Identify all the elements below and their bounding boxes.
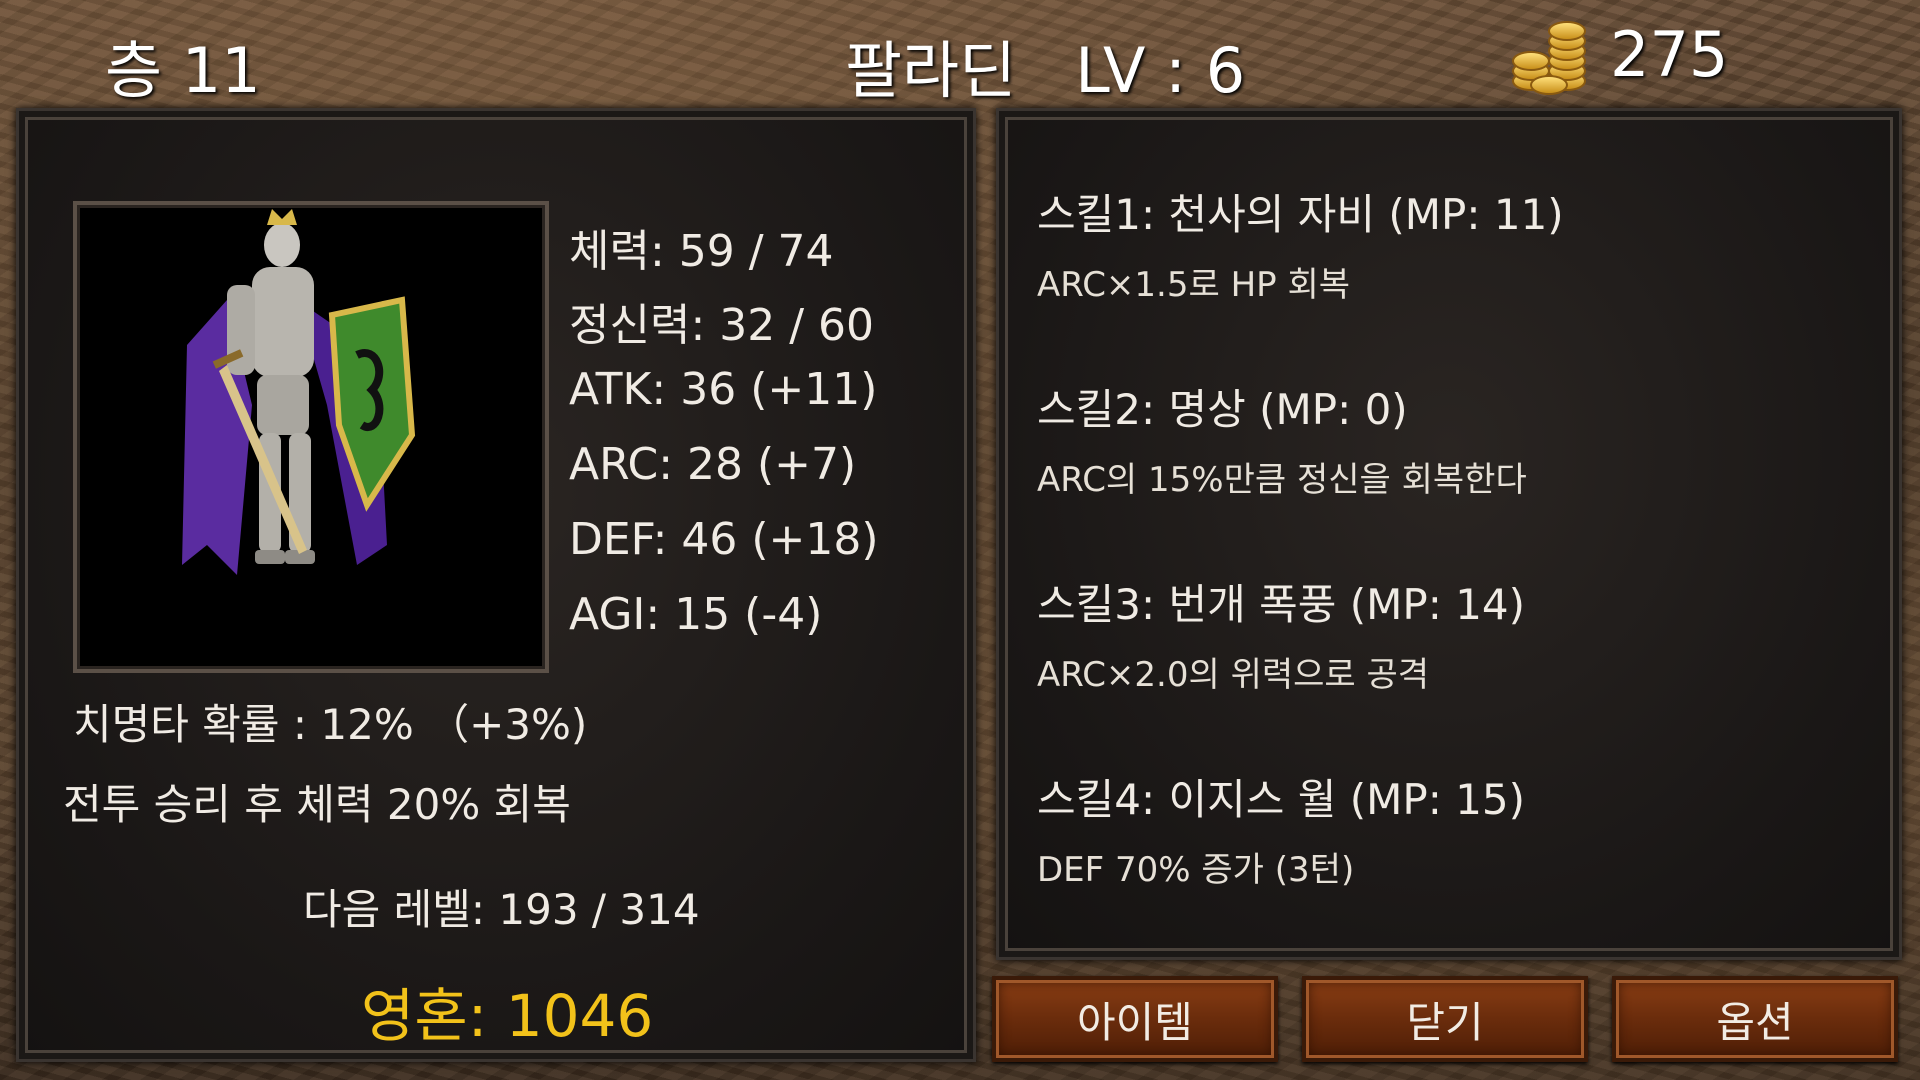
character-panel: 체력: 59 / 74 정신력: 32 / 60 ATK: 36 (+11) A… — [16, 108, 976, 1062]
skill-4-desc: DEF 70% 증가 (3턴) — [1037, 850, 1355, 890]
paladin-image — [182, 209, 416, 575]
skill-4-title: 스킬4: 이지스 월 (MP: 15) — [1037, 775, 1526, 824]
skill-3-desc: ARC×2.0의 위력으로 공격 — [1037, 655, 1430, 695]
stat-mp: 정신력: 32 / 60 — [569, 300, 875, 351]
floor-indicator: 층 11 — [105, 34, 261, 107]
skill-1-title: 스킬1: 천사의 자비 (MP: 11) — [1037, 190, 1564, 239]
stat-atk: ATK: 36 (+11) — [569, 364, 878, 415]
skill-3-title: 스킬3: 번개 폭풍 (MP: 14) — [1037, 580, 1526, 629]
close-button[interactable]: 닫기 — [1302, 976, 1588, 1062]
next-level-progress: 다음 레벨: 193 / 314 — [303, 885, 700, 934]
class-level-title: 팔라딘 LV : 6 — [845, 34, 1246, 107]
skill-2-title: 스킬2: 명상 (MP: 0) — [1037, 385, 1408, 434]
gold-display: 275 — [1510, 18, 1729, 95]
character-portrait — [73, 201, 549, 673]
skill-1-desc: ARC×1.5로 HP 회복 — [1037, 265, 1351, 305]
stat-arc: ARC: 28 (+7) — [569, 439, 857, 490]
soul-count: 영혼: 1046 — [361, 982, 654, 1050]
crit-chance: 치명타 확률 : 12% （+3%) — [73, 700, 588, 749]
passive-effect: 전투 승리 후 체력 20% 회복 — [63, 780, 571, 829]
stat-hp: 체력: 59 / 74 — [569, 226, 834, 277]
options-button[interactable]: 옵션 — [1612, 976, 1898, 1062]
gold-coins-icon — [1510, 19, 1588, 95]
gold-amount: 275 — [1610, 18, 1729, 91]
skills-panel: 스킬1: 천사의 자비 (MP: 11) ARC×1.5로 HP 회복 스킬2:… — [996, 108, 1902, 960]
stat-agi: AGI: 15 (-4) — [569, 589, 823, 640]
items-button[interactable]: 아이템 — [992, 976, 1278, 1062]
skill-2-desc: ARC의 15%만큼 정신을 회복한다 — [1037, 460, 1527, 500]
stat-def: DEF: 46 (+18) — [569, 514, 879, 565]
